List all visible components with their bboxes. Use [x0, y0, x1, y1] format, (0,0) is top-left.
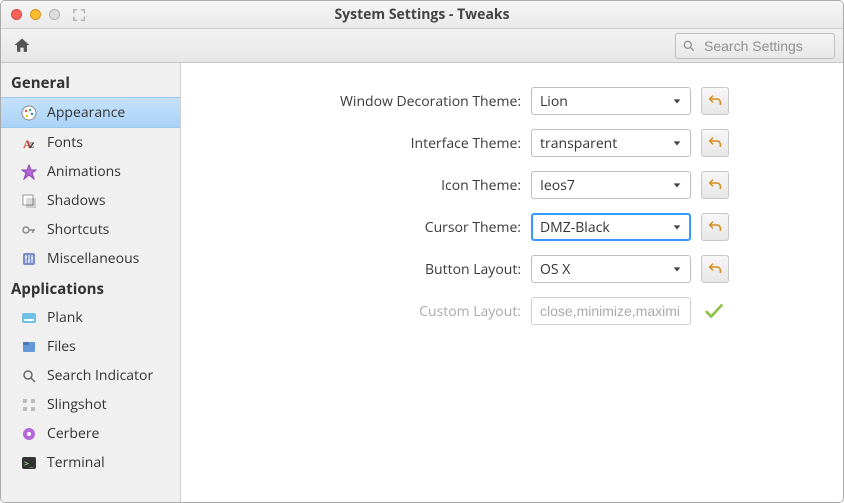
search-icon — [21, 368, 37, 384]
maximize-icon[interactable] — [49, 9, 60, 20]
key-icon — [21, 222, 37, 238]
terminal-icon: >_ — [21, 455, 37, 471]
sidebar-item-label: Shortcuts — [47, 220, 109, 239]
sidebar-item-label: Terminal — [47, 453, 105, 472]
select-value: Lion — [540, 92, 568, 111]
select-cursor_theme[interactable]: DMZ-Black — [531, 213, 691, 241]
reset-button-icon_theme[interactable] — [701, 171, 729, 199]
sidebar-item-search-indicator[interactable]: Search Indicator — [1, 361, 180, 390]
chevron-down-icon — [672, 222, 682, 232]
sidebar-item-fonts[interactable]: Az Fonts — [1, 128, 180, 157]
sidebar-group-header: Applications — [1, 273, 180, 303]
reset-button-interface_theme[interactable] — [701, 129, 729, 157]
chevron-down-icon — [672, 180, 682, 190]
settings-form: Window Decoration Theme: Lion Interface Th… — [261, 87, 803, 325]
home-button[interactable] — [9, 33, 35, 59]
search-icon — [682, 39, 696, 53]
select-interface_theme[interactable]: transparent — [531, 129, 691, 157]
svg-text:>_: >_ — [24, 459, 34, 468]
sidebar-item-shortcuts[interactable]: Shortcuts — [1, 215, 180, 244]
files-icon — [21, 339, 37, 355]
star-icon — [21, 164, 37, 180]
mixer-icon — [21, 251, 37, 267]
reset-button-window_decoration[interactable] — [701, 87, 729, 115]
label-icon_theme: Icon Theme: — [261, 176, 521, 195]
chevron-down-icon — [672, 138, 682, 148]
sidebar-item-slingshot[interactable]: Slingshot — [1, 390, 180, 419]
sidebar-item-files[interactable]: Files — [1, 332, 180, 361]
settings-window: System Settings - Tweaks General Appearan… — [0, 0, 844, 503]
sidebar-item-appearance[interactable]: Appearance — [1, 97, 180, 128]
sidebar-item-label: Cerbere — [47, 424, 99, 443]
sidebar-group-header: General — [1, 67, 180, 97]
sidebar-item-animations[interactable]: Animations — [1, 157, 180, 186]
input-custom_layout — [531, 297, 691, 325]
chevron-down-icon — [672, 96, 682, 106]
minimize-icon[interactable] — [30, 9, 41, 20]
content: Window Decoration Theme: Lion Interface Th… — [181, 63, 843, 502]
svg-text:Az: Az — [23, 137, 35, 151]
window-title: System Settings - Tweaks — [1, 5, 843, 24]
reset-button-cursor_theme[interactable] — [701, 213, 729, 241]
window-controls — [1, 9, 60, 20]
chevron-down-icon — [672, 264, 682, 274]
label-window_decoration: Window Decoration Theme: — [261, 92, 521, 111]
sidebar-item-label: Shadows — [47, 191, 106, 210]
sidebar-item-label: Slingshot — [47, 395, 107, 414]
label-interface_theme: Interface Theme: — [261, 134, 521, 153]
sidebar-item-label: Fonts — [47, 133, 83, 152]
plank-icon — [21, 310, 37, 326]
select-value: transparent — [540, 134, 617, 153]
select-value: DMZ-Black — [540, 218, 610, 237]
sidebar-item-miscellaneous[interactable]: Miscellaneous — [1, 244, 180, 273]
toolbar — [1, 29, 843, 63]
sidebar-item-label: Search Indicator — [47, 366, 153, 385]
fullscreen-icon[interactable] — [72, 8, 86, 22]
select-value: Ieos7 — [540, 176, 575, 195]
window-body: General Appearance Az Fonts Animations Shadow… — [1, 63, 843, 502]
sidebar-item-cerbere[interactable]: Cerbere — [1, 419, 180, 448]
watchdog-icon — [21, 426, 37, 442]
sidebar-item-label: Files — [47, 337, 76, 356]
label-cursor_theme: Cursor Theme: — [261, 218, 521, 237]
sidebar-item-terminal[interactable]: >_ Terminal — [1, 448, 180, 477]
label-button_layout: Button Layout: — [261, 260, 521, 279]
search-input[interactable] — [702, 37, 828, 55]
sidebar-item-label: Appearance — [47, 103, 125, 122]
sidebar-item-shadows[interactable]: Shadows — [1, 186, 180, 215]
titlebar: System Settings - Tweaks — [1, 1, 843, 29]
shadow-icon — [21, 193, 37, 209]
sidebar: General Appearance Az Fonts Animations Shadow… — [1, 63, 181, 502]
label-custom_layout: Custom Layout: — [261, 302, 521, 321]
close-icon[interactable] — [11, 9, 22, 20]
confirm-icon[interactable] — [701, 298, 727, 324]
select-icon_theme[interactable]: Ieos7 — [531, 171, 691, 199]
palette-icon — [21, 105, 37, 121]
sidebar-item-label: Plank — [47, 308, 83, 327]
select-button_layout[interactable]: OS X — [531, 255, 691, 283]
select-value: OS X — [540, 260, 570, 279]
reset-button-button_layout[interactable] — [701, 255, 729, 283]
search-field[interactable] — [675, 33, 835, 59]
grid-icon — [21, 397, 37, 413]
select-window_decoration[interactable]: Lion — [531, 87, 691, 115]
sidebar-item-label: Miscellaneous — [47, 249, 139, 268]
sidebar-item-plank[interactable]: Plank — [1, 303, 180, 332]
sidebar-item-label: Animations — [47, 162, 121, 181]
font-icon: Az — [21, 135, 37, 151]
